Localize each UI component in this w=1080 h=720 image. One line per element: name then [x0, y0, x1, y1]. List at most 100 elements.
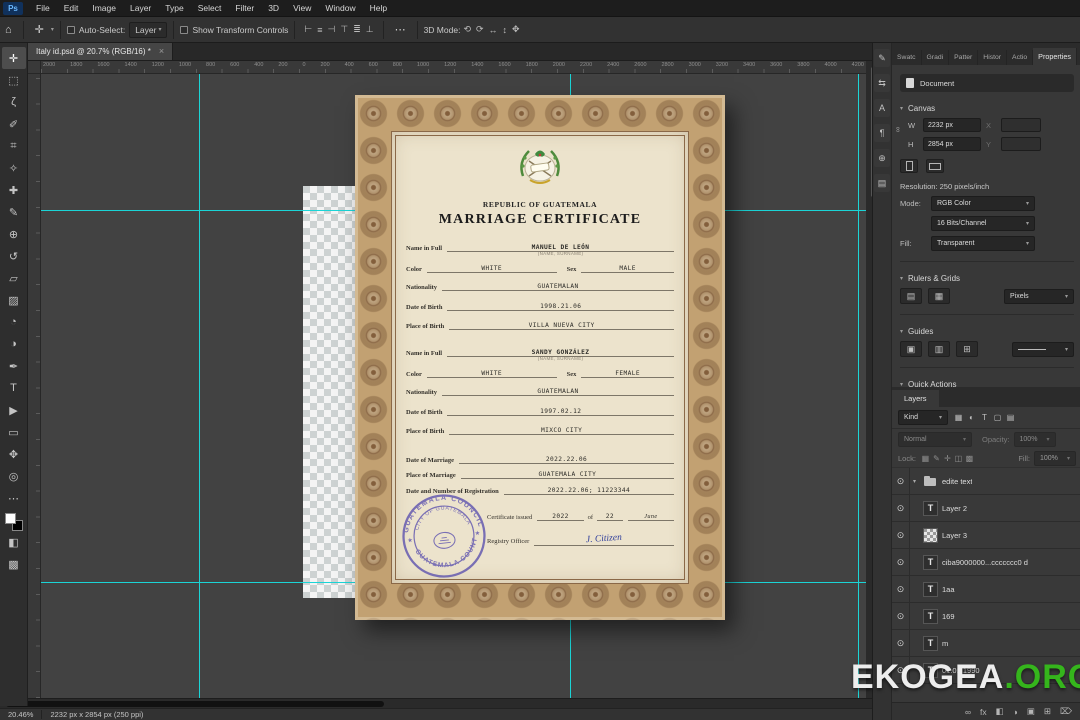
layer-thumbnail[interactable]: T: [923, 635, 938, 651]
blur-tool[interactable]: ◔: [2, 311, 26, 333]
menu-type[interactable]: Type: [158, 0, 190, 17]
color-mode-select[interactable]: RGB Color ▾: [931, 196, 1035, 211]
visibility-eye-icon[interactable]: ⊙: [892, 522, 910, 548]
layer-thumbnail[interactable]: T: [923, 608, 938, 624]
zoom-level[interactable]: 20.46%: [0, 710, 41, 719]
symmetry-icon[interactable]: ⇆: [874, 74, 890, 92]
menu-select[interactable]: Select: [191, 0, 229, 17]
menu-layer[interactable]: Layer: [123, 0, 158, 17]
guides-section-header[interactable]: ▾ Guides: [900, 327, 1074, 336]
canvas-fill-select[interactable]: Transparent ▾: [931, 236, 1035, 251]
3d-roll-icon[interactable]: ⟳: [476, 24, 484, 35]
gradient-tool[interactable]: ▨: [2, 289, 26, 311]
tab-gradients[interactable]: Gradi: [922, 50, 950, 65]
lock-artboard-icon[interactable]: ◫: [953, 454, 964, 463]
layer-group-icon[interactable]: ▣: [1027, 706, 1035, 717]
bit-depth-select[interactable]: 16 Bits/Channel ▾: [931, 216, 1035, 231]
guides-visibility-icon[interactable]: ▥: [928, 341, 950, 357]
layer-filter-kind-select[interactable]: Kind ▾: [898, 410, 948, 425]
layer-ciba[interactable]: ciba9000000...ccccccc0 d: [942, 558, 1028, 567]
menu-edit[interactable]: Edit: [57, 0, 86, 17]
lasso-tool[interactable]: ζ: [2, 91, 26, 113]
layer-effects-icon[interactable]: fx: [980, 707, 987, 717]
layer-thumbnail[interactable]: T: [923, 554, 938, 570]
layer-thumbnail[interactable]: T: [923, 500, 938, 516]
landscape-orientation-button[interactable]: [926, 159, 944, 173]
canvas-section-header[interactable]: ▾ Canvas: [900, 104, 1074, 113]
3d-scale-icon[interactable]: ✥: [512, 24, 520, 35]
group-chevron-icon[interactable]: ▾: [910, 478, 919, 485]
lock-transparency-icon[interactable]: ▦: [920, 454, 931, 463]
tab-patterns[interactable]: Patter: [949, 50, 979, 65]
link-layers-icon[interactable]: ∞: [965, 707, 971, 717]
auto-select-checkbox[interactable]: [66, 25, 75, 34]
path-selection-tool[interactable]: ▶: [2, 399, 26, 421]
tab-properties[interactable]: Properties: [1033, 48, 1077, 65]
brush-settings-icon[interactable]: ✎: [874, 49, 890, 67]
edit-toolbar[interactable]: ⋯: [2, 487, 26, 509]
layer-row[interactable]: ⊙ T ciba9000000...ccccccc0 d: [892, 549, 1080, 576]
layer-3[interactable]: Layer 3: [942, 531, 967, 540]
portrait-orientation-button[interactable]: [900, 159, 918, 173]
menu-view[interactable]: View: [286, 0, 318, 17]
document-properties-chip[interactable]: Document: [900, 74, 1074, 92]
visibility-eye-icon[interactable]: ⊙: [892, 630, 910, 656]
guide-vertical-3[interactable]: [858, 74, 859, 698]
crop-tool[interactable]: ⌗: [2, 135, 26, 157]
filter-shape-icon[interactable]: ▢: [991, 413, 1004, 422]
filter-pixel-icon[interactable]: ▦: [952, 413, 965, 422]
height-input[interactable]: 2854 px: [923, 137, 981, 151]
horizontal-ruler[interactable]: 2000 1800 1600 1400 1200 1000 800 600 400 200 0 200…: [41, 61, 866, 74]
align-bottom-icon[interactable]: ⊥: [366, 24, 374, 35]
layer-mask-icon[interactable]: ◧: [996, 706, 1004, 717]
layer-169[interactable]: 169: [942, 612, 955, 621]
eraser-tool[interactable]: ▱: [2, 267, 26, 289]
menu-file[interactable]: File: [29, 0, 57, 17]
ruler-units-select[interactable]: Pixels ▾: [1004, 288, 1074, 304]
menu-window[interactable]: Window: [318, 0, 362, 17]
marquee-tool[interactable]: ⬚: [2, 69, 26, 91]
tab-layers[interactable]: Layers: [892, 390, 939, 407]
tab-actions[interactable]: Actio: [1007, 50, 1034, 65]
align-right-icon[interactable]: ⊣: [328, 24, 336, 35]
show-transform-checkbox[interactable]: [180, 25, 189, 34]
quick-selection-tool[interactable]: ✐: [2, 113, 26, 135]
layer-row[interactable]: ⊙ T m: [892, 630, 1080, 657]
tab-swatches[interactable]: Swatc: [892, 50, 922, 65]
horizontal-scrollbar[interactable]: [0, 698, 872, 708]
adjustment-layer-icon[interactable]: ◑: [1013, 707, 1018, 717]
tab-history[interactable]: Histor: [978, 50, 1008, 65]
width-input[interactable]: 2232 px: [923, 118, 981, 132]
type-tool[interactable]: T: [2, 377, 26, 399]
fill-select[interactable]: 100% ▾: [1034, 450, 1076, 466]
y-input[interactable]: [1001, 137, 1041, 151]
character-panel-icon[interactable]: A: [874, 99, 890, 117]
guide-style-select[interactable]: ▾: [1012, 341, 1074, 357]
layer-thumbnail[interactable]: [923, 474, 938, 489]
layer-row[interactable]: ⊙ Layer 3: [892, 522, 1080, 549]
current-tool-icon[interactable]: ✛: [30, 23, 49, 36]
filter-type-icon[interactable]: T: [978, 413, 991, 422]
history-brush-tool[interactable]: ↺: [2, 245, 26, 267]
opacity-select[interactable]: 100% ▾: [1013, 431, 1056, 447]
visibility-eye-icon[interactable]: ⊙: [892, 576, 910, 602]
menu-help[interactable]: Help: [363, 0, 394, 17]
x-input[interactable]: [1001, 118, 1041, 132]
clear-guides-icon[interactable]: ⊞: [956, 341, 978, 357]
layer-row[interactable]: ⊙ ▾ edite text: [892, 468, 1080, 495]
vertical-ruler[interactable]: [28, 74, 41, 698]
filter-adjustment-icon[interactable]: ◐: [965, 413, 978, 422]
align-middle-icon[interactable]: ≣: [353, 24, 361, 35]
layer-thumbnail[interactable]: [923, 527, 938, 543]
pen-tool[interactable]: ✒: [2, 355, 26, 377]
move-tool[interactable]: ✛: [1, 47, 26, 69]
layer-1aa[interactable]: 1aa: [942, 585, 955, 594]
close-icon[interactable]: ×: [159, 46, 164, 56]
menu-3d[interactable]: 3D: [261, 0, 286, 17]
healing-brush-tool[interactable]: ✚: [2, 179, 26, 201]
paragraph-panel-icon[interactable]: ¶: [874, 124, 890, 142]
canvas-area[interactable]: REPUBLIC OF GUATEMALA MARRIAGE CERTIFICA…: [41, 74, 866, 698]
new-layer-icon[interactable]: ⊞: [1044, 706, 1051, 717]
filter-smart-object-icon[interactable]: ▤: [1004, 413, 1017, 422]
visibility-eye-icon[interactable]: ⊙: [892, 495, 910, 521]
